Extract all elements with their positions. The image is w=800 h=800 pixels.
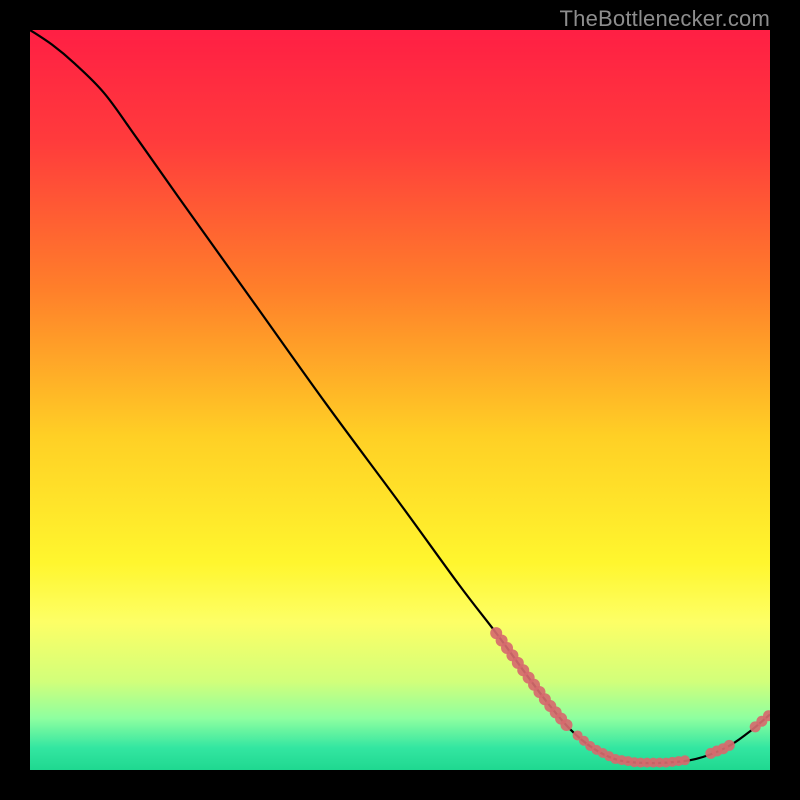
data-point	[561, 719, 573, 731]
source-label: TheBottlenecker.com	[560, 6, 770, 32]
data-point	[680, 755, 690, 765]
gradient-background	[30, 30, 770, 770]
chart-frame	[30, 30, 770, 770]
data-point	[724, 740, 735, 751]
bottleneck-chart	[30, 30, 770, 770]
